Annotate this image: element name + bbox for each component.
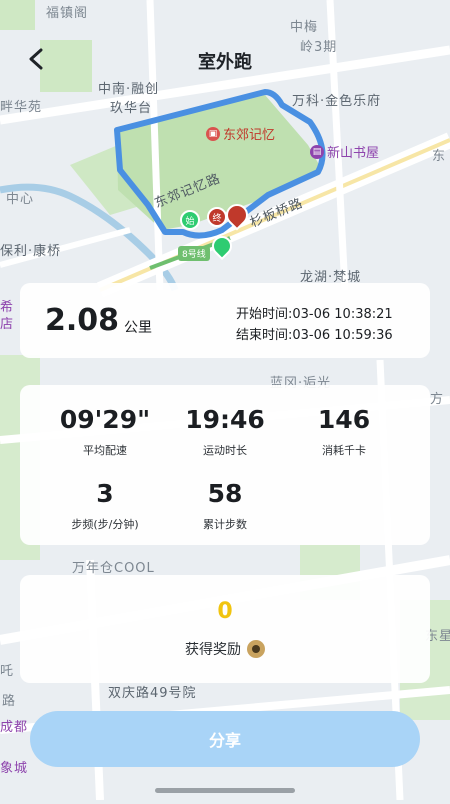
map-label: 中心 — [6, 192, 35, 207]
stat-steps: 58 累计步数 — [160, 479, 290, 532]
page-title: 室外跑 — [198, 52, 252, 73]
map-label: 东 — [432, 149, 447, 164]
metro-line-badge: 8号线 — [178, 246, 210, 261]
stat-duration: 19:46 运动时长 — [160, 405, 290, 458]
stat-value: 146 — [317, 405, 371, 434]
coin-icon — [247, 640, 265, 658]
map-label: 万科·金色乐府 — [292, 94, 382, 109]
reward-card: 0 获得奖励 — [20, 575, 430, 683]
reward-label: 获得奖励 — [185, 642, 241, 658]
poi-xinshan[interactable]: ▤ 新山书屋 — [310, 142, 379, 161]
stat-value: 09'29" — [59, 405, 151, 434]
poi-building-icon: ▣ — [206, 126, 220, 141]
top-bar: 室外跑 — [0, 40, 450, 80]
map-label: 双庆路49号院 — [108, 686, 197, 701]
map-label: 万年仓COOL — [72, 561, 155, 576]
end-marker-icon: 终 — [207, 207, 227, 227]
start-marker-icon: 始 — [180, 210, 200, 230]
reward-value: 0 — [217, 599, 233, 624]
stat-pace: 09'29" 平均配速 — [40, 405, 170, 458]
poi-dongjiao[interactable]: ▣ 东郊记忆 — [206, 124, 275, 143]
map-label: 成都 — [0, 720, 29, 735]
share-button[interactable]: 分享 — [30, 711, 420, 767]
stat-label: 平均配速 — [83, 444, 127, 457]
map-label: 中南·融创 — [98, 82, 160, 97]
map-label: 福镇阁 — [46, 6, 89, 21]
stat-label: 消耗千卡 — [322, 444, 366, 457]
map-label: 店 — [0, 317, 15, 332]
stat-value: 3 — [96, 479, 114, 508]
map-label: 吒 — [0, 664, 15, 679]
distance-value: 2.08 — [45, 303, 120, 338]
map-label: 象城 — [0, 761, 29, 776]
stat-label: 累计步数 — [203, 518, 247, 531]
poi-book-icon: ▤ — [310, 144, 324, 159]
stats-card: 09'29" 平均配速 19:46 运动时长 146 消耗千卡 3 步频(步/分… — [20, 385, 430, 545]
stat-calories: 146 消耗千卡 — [279, 405, 409, 458]
reward-label-row: 获得奖励 — [20, 639, 430, 659]
stat-value: 58 — [207, 479, 243, 508]
summary-card: 2.08 公里 开始时间:03-06 10:38:21 结束时间:03-06 1… — [20, 283, 430, 358]
map-label: 畔华苑 — [0, 100, 43, 115]
map-label: 路 — [2, 694, 17, 709]
start-time: 开始时间:03-06 10:38:21 — [236, 307, 393, 322]
end-time: 结束时间:03-06 10:59:36 — [236, 328, 393, 343]
stat-label: 步频(步/分钟) — [71, 518, 139, 531]
stat-label: 运动时长 — [203, 444, 247, 457]
map-label: 保利·康桥 — [0, 244, 62, 259]
distance-unit: 公里 — [124, 320, 152, 336]
stat-cadence: 3 步频(步/分钟) — [40, 479, 170, 532]
home-indicator — [155, 788, 295, 793]
map-label: 中梅 — [290, 20, 319, 35]
map-label: 玖华台 — [110, 101, 153, 116]
map-label: 方 — [430, 392, 445, 407]
stat-value: 19:46 — [185, 405, 265, 434]
